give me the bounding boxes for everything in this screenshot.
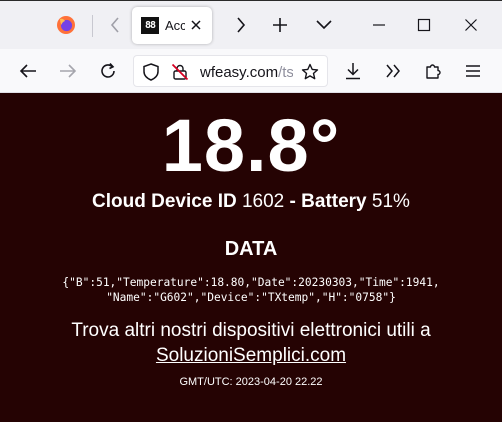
navigation-toolbar: wfeasy.com/ts (0, 49, 502, 93)
soluzioni-semplici-link[interactable]: SoluzioniSemplici.com (156, 345, 346, 366)
bookmark-star-icon[interactable] (300, 62, 320, 82)
battery-label: Battery (301, 191, 367, 212)
device-id-value: 1602 (241, 191, 285, 212)
url-domain: wfeasy.com (200, 64, 279, 81)
json-line-1: {"B":51,"Temperature":18.80,"Date":20230… (62, 276, 440, 289)
scroll-tabs-right-icon[interactable] (230, 14, 252, 36)
download-icon[interactable] (342, 60, 364, 82)
device-id-label: Cloud Device ID (92, 191, 237, 212)
utc-timestamp: GMT/UTC: 2023-04-20 22.22 (179, 376, 323, 388)
maximize-window-icon[interactable] (413, 14, 435, 36)
data-heading: DATA (224, 238, 278, 260)
promo-text: Trova altri nostri dispositivi elettroni… (71, 320, 431, 341)
new-tab-plus-icon[interactable] (269, 14, 291, 36)
chevron-down-icon[interactable] (313, 14, 335, 36)
scroll-tabs-left-icon[interactable] (104, 14, 126, 36)
address-bar[interactable]: wfeasy.com/ts (133, 55, 328, 87)
json-data: {"B":51,"Temperature":18.80,"Date":20230… (0, 275, 502, 305)
tab-favicon-icon: 88 (141, 17, 159, 34)
insecure-lock-icon[interactable] (170, 62, 190, 82)
device-info: Cloud Device ID 1602 - Battery 51% (0, 190, 502, 214)
page-content: 18.8° Cloud Device ID 1602 - Battery 51%… (0, 93, 502, 422)
tracking-shield-icon[interactable] (141, 62, 161, 82)
tab-strip: 88 Acc (0, 0, 502, 49)
battery-value: 51% (371, 191, 410, 212)
url-path: /ts (278, 64, 293, 81)
json-line-2: "Name":"G602","Device":"TXtemp","H":"075… (106, 291, 396, 304)
reload-icon[interactable] (97, 60, 119, 82)
site-link-wrapper: SoluzioniSemplici.com (0, 344, 502, 368)
back-arrow-icon[interactable] (17, 60, 39, 82)
firefox-icon[interactable] (56, 15, 76, 35)
temperature-reading: 18.8° (161, 104, 341, 187)
close-window-icon[interactable] (460, 14, 482, 36)
double-chevron-icon[interactable] (382, 60, 404, 82)
hamburger-menu-icon[interactable] (462, 60, 484, 82)
url-text[interactable]: wfeasy.com/ts (200, 64, 293, 81)
device-separator: - (289, 191, 296, 212)
tab-title: Acc (165, 18, 185, 33)
tab-separator (92, 15, 93, 37)
forward-arrow-icon[interactable] (57, 60, 79, 82)
extensions-puzzle-icon[interactable] (422, 60, 444, 82)
tab-active[interactable]: 88 Acc (132, 7, 212, 44)
close-tab-icon[interactable] (186, 15, 206, 35)
minimize-window-icon[interactable] (368, 14, 390, 36)
